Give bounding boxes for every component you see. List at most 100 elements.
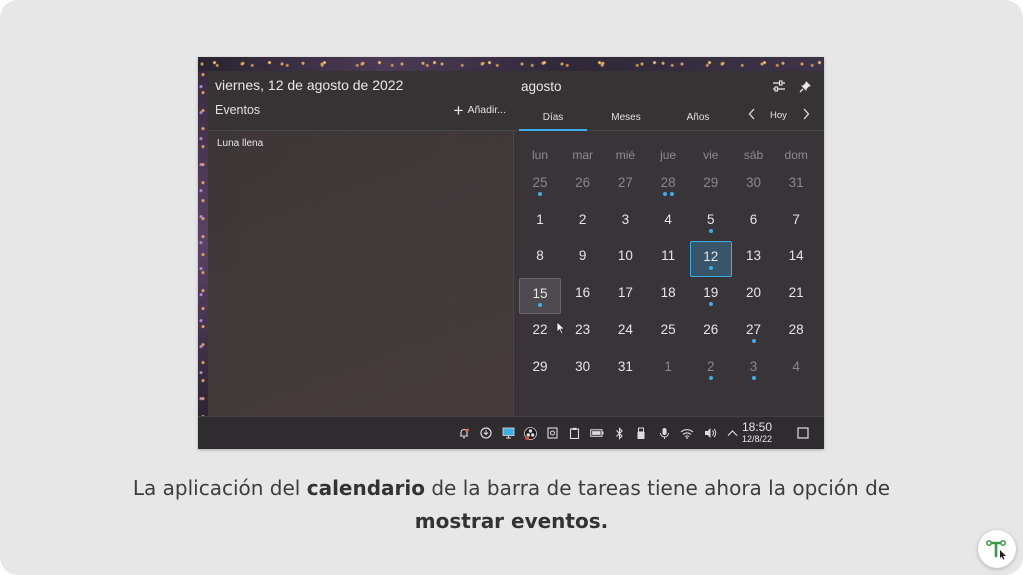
day-number: 3 bbox=[621, 211, 630, 227]
calendar-day[interactable]: 22 bbox=[519, 315, 561, 351]
calendar-day[interactable]: 9 bbox=[562, 241, 604, 277]
clock-time: 18:50 bbox=[742, 420, 773, 434]
event-dot bbox=[669, 192, 674, 196]
day-number: 7 bbox=[792, 211, 800, 227]
battery-icon[interactable] bbox=[590, 426, 604, 440]
event-indicator bbox=[690, 375, 732, 380]
day-number: 24 bbox=[617, 321, 633, 337]
digital-clock[interactable]: 18:50 12/8/22 bbox=[742, 420, 773, 445]
calendar-day[interactable]: 23 bbox=[562, 315, 604, 351]
day-number: 12 bbox=[703, 249, 719, 265]
add-event-label: Añadir... bbox=[467, 104, 506, 116]
update-icon[interactable] bbox=[479, 426, 493, 440]
calendar-day[interactable]: 30 bbox=[562, 352, 604, 388]
expand-tray-icon[interactable] bbox=[725, 426, 739, 440]
calendar-day[interactable]: 26 bbox=[690, 315, 732, 351]
calendar-day[interactable]: 2 bbox=[562, 205, 604, 241]
usb-icon[interactable] bbox=[634, 426, 648, 440]
calendar-day[interactable]: 29 bbox=[690, 168, 732, 204]
calendar-day[interactable]: 21 bbox=[775, 278, 817, 314]
calendar-day[interactable]: 26 bbox=[562, 168, 604, 204]
calendar-day[interactable]: 6 bbox=[733, 205, 775, 241]
calendar-day[interactable]: 4 bbox=[647, 205, 689, 241]
calendar-day[interactable]: 8 bbox=[519, 241, 561, 277]
event-indicator bbox=[519, 192, 561, 196]
calendar-day[interactable]: 27 bbox=[733, 315, 775, 351]
calendar-day[interactable]: 10 bbox=[604, 241, 646, 277]
previous-month-button[interactable] bbox=[748, 107, 756, 123]
calendar-day-today[interactable]: 12 bbox=[689, 241, 732, 278]
selected-date-title: viernes, 12 de agosto de 2022 bbox=[215, 77, 404, 93]
day-number: 28 bbox=[788, 321, 804, 337]
calendar-day[interactable]: 25 bbox=[519, 168, 561, 204]
calendar-day[interactable]: 15 bbox=[519, 278, 561, 315]
calendar-day[interactable]: 13 bbox=[733, 241, 775, 277]
weekday-label: dom bbox=[784, 148, 808, 162]
obs-icon[interactable] bbox=[523, 426, 537, 440]
plus-icon: + bbox=[453, 100, 464, 120]
wallpaper-strip-left bbox=[198, 71, 208, 416]
calendar-day[interactable]: 29 bbox=[519, 352, 561, 388]
day-number: 21 bbox=[788, 285, 804, 301]
calendar-day[interactable]: 5 bbox=[690, 205, 732, 241]
volume-icon[interactable] bbox=[703, 426, 717, 440]
calendar-day[interactable]: 19 bbox=[690, 278, 732, 314]
day-number: 27 bbox=[617, 175, 633, 190]
bluetooth-icon[interactable] bbox=[612, 426, 626, 440]
caption-bold1: calendario bbox=[306, 476, 425, 500]
show-desktop-icon[interactable] bbox=[796, 426, 810, 440]
calendar-day[interactable]: 28 bbox=[775, 315, 817, 351]
calendar-day[interactable]: 3 bbox=[733, 352, 775, 388]
day-number: 25 bbox=[660, 321, 676, 337]
calendar-day[interactable]: 1 bbox=[647, 352, 689, 388]
event-dot bbox=[751, 375, 756, 380]
calendar-day[interactable]: 17 bbox=[604, 278, 646, 314]
caption-line-1: La aplicación del calendario de la barra… bbox=[0, 472, 1023, 505]
configure-icon[interactable] bbox=[770, 77, 788, 95]
next-month-button[interactable] bbox=[802, 107, 810, 123]
display-icon[interactable] bbox=[501, 426, 515, 440]
wifi-icon[interactable] bbox=[680, 426, 694, 440]
calendar-day[interactable]: 28 bbox=[647, 168, 689, 204]
storage-icon[interactable] bbox=[545, 426, 559, 440]
calendar-day[interactable]: 11 bbox=[647, 241, 689, 277]
caption-part1: La aplicación del bbox=[132, 476, 307, 500]
calendar-day[interactable]: 18 bbox=[647, 278, 689, 314]
calendar-day[interactable]: 25 bbox=[647, 315, 689, 351]
event-item[interactable]: Luna llena bbox=[217, 138, 263, 149]
calendar-day[interactable]: 3 bbox=[604, 205, 646, 241]
calendar-day[interactable]: 31 bbox=[604, 352, 646, 388]
event-indicator bbox=[691, 266, 731, 271]
calendar-day[interactable]: 30 bbox=[733, 168, 775, 204]
calendar-day[interactable]: 27 bbox=[604, 168, 646, 204]
tab-years[interactable]: Años bbox=[664, 109, 732, 131]
day-number: 22 bbox=[532, 321, 548, 337]
caption-text: La aplicación del calendario de la barra… bbox=[0, 472, 1023, 538]
calendar-day[interactable]: 31 bbox=[775, 168, 817, 204]
calendar-day[interactable]: 4 bbox=[775, 352, 817, 388]
day-number: 3 bbox=[749, 358, 758, 374]
notification-bell-icon[interactable] bbox=[457, 426, 471, 440]
calendar-day[interactable]: 20 bbox=[733, 278, 775, 314]
pin-icon[interactable] bbox=[796, 77, 814, 95]
calendar-day[interactable]: 24 bbox=[604, 315, 646, 351]
clipboard-icon[interactable] bbox=[567, 426, 581, 440]
calendar-day[interactable]: 16 bbox=[562, 278, 604, 314]
day-number: 5 bbox=[707, 211, 715, 227]
calendar-day[interactable]: 1 bbox=[519, 205, 561, 241]
add-event-button[interactable]: + Añadir... bbox=[454, 101, 506, 119]
today-button[interactable]: Hoy bbox=[770, 110, 787, 121]
day-number: 26 bbox=[575, 175, 591, 190]
event-indicator bbox=[690, 302, 732, 307]
calendar-day[interactable]: 14 bbox=[775, 241, 817, 277]
calendar-day[interactable]: 7 bbox=[775, 205, 817, 241]
microphone-icon[interactable] bbox=[657, 426, 671, 440]
tab-months[interactable]: Meses bbox=[592, 109, 660, 131]
month-title: agosto bbox=[521, 79, 562, 94]
event-dot bbox=[708, 302, 713, 307]
event-indicator bbox=[647, 192, 689, 196]
event-indicator bbox=[520, 303, 560, 308]
day-number: 29 bbox=[703, 175, 719, 190]
tab-days[interactable]: Días bbox=[519, 109, 587, 131]
calendar-day[interactable]: 2 bbox=[690, 352, 732, 388]
